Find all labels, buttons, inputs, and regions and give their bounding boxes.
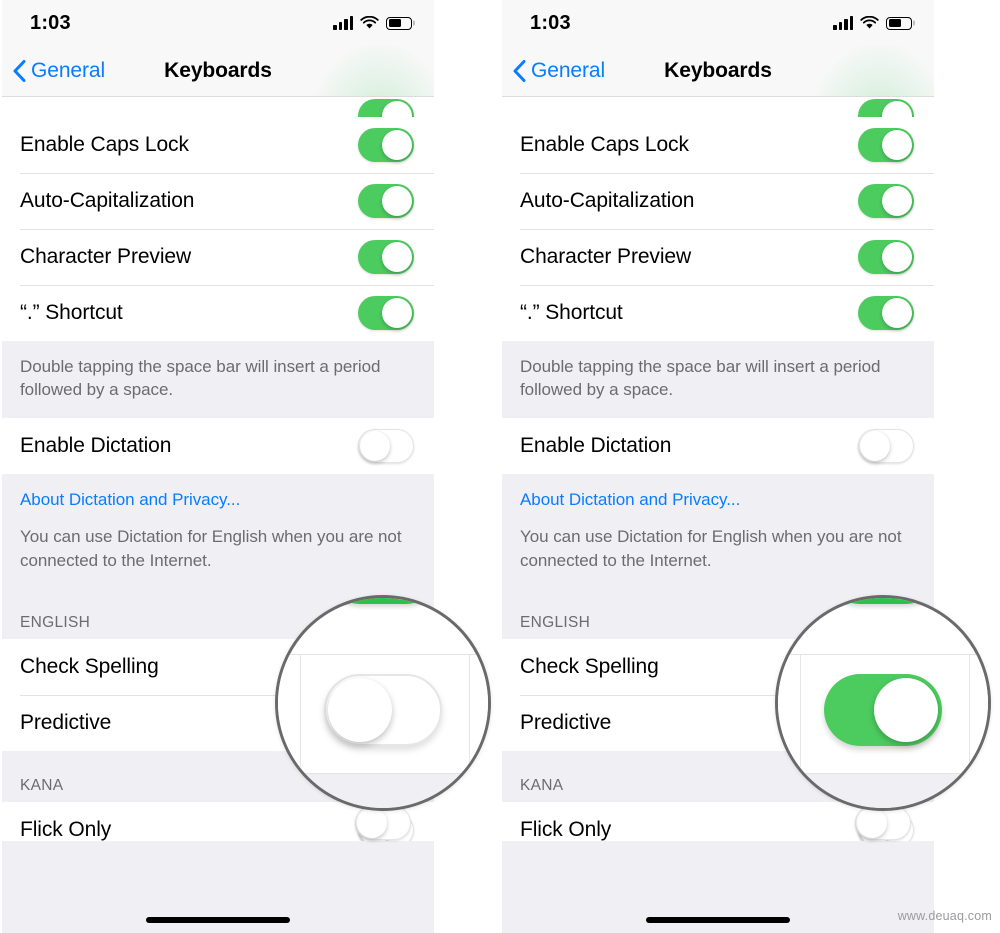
status-bar: 1:03: [2, 0, 434, 46]
row-label: “.” Shortcut: [20, 301, 123, 324]
toggle-period-shortcut[interactable]: [358, 296, 414, 330]
table-row-enable-caps-lock[interactable]: Enable Caps Lock: [2, 117, 434, 173]
battery-icon: [886, 16, 912, 30]
toggle-enable-caps-lock[interactable]: [358, 128, 414, 162]
home-indicator-bar[interactable]: [646, 917, 790, 923]
footer-note-shortcut: Double tapping the space bar will insert…: [502, 341, 934, 418]
toggle-enable-dictation[interactable]: [358, 428, 414, 463]
table-row-auto-capitalization[interactable]: Auto-Capitalization: [502, 173, 934, 229]
row-label: Check Spelling: [520, 655, 659, 679]
status-bar-clock: 1:03: [530, 11, 571, 34]
row-label: Check Spelling: [20, 655, 159, 679]
back-button-label: General: [531, 59, 606, 82]
home-indicator-area: [502, 841, 934, 933]
group-keyboard-options: Enable Caps Lock Auto-Capitalization Cha…: [2, 117, 434, 341]
chevron-left-icon: [13, 60, 26, 82]
footer-note-shortcut: Double tapping the space bar will insert…: [2, 341, 434, 418]
toggle-partial[interactable]: [858, 99, 914, 117]
table-row-enable-dictation[interactable]: Enable Dictation: [502, 417, 934, 474]
toggle-auto-capitalization[interactable]: [358, 184, 414, 218]
magnifier-callout-after: [775, 595, 991, 811]
row-label: “.” Shortcut: [520, 301, 623, 324]
back-button-general[interactable]: General: [2, 59, 105, 83]
navigation-bar: General Keyboards: [2, 46, 434, 97]
wifi-icon: [860, 16, 879, 29]
status-bar-icons: [333, 16, 412, 30]
row-label: Enable Caps Lock: [520, 133, 689, 156]
table-row-enable-caps-lock[interactable]: Enable Caps Lock: [502, 117, 934, 173]
status-bar-icons: [833, 16, 912, 30]
table-row-period-shortcut[interactable]: “.” Shortcut: [2, 285, 434, 341]
toggle-flick-only-under-magnifier[interactable]: [355, 806, 411, 840]
row-label: Auto-Capitalization: [20, 189, 195, 212]
magnifier-content: [278, 598, 488, 808]
site-watermark: www.deuaq.com: [897, 909, 992, 923]
home-indicator-bar[interactable]: [146, 917, 290, 923]
magnifier-content: [778, 598, 988, 808]
magnifier-callout-before: [275, 595, 491, 811]
table-row-enable-dictation[interactable]: Enable Dictation: [2, 417, 434, 474]
home-indicator-area: [2, 841, 434, 933]
link-about-dictation-privacy[interactable]: About Dictation and Privacy...: [2, 473, 434, 520]
status-bar: 1:03: [502, 0, 934, 46]
table-row-character-preview[interactable]: Character Preview: [502, 229, 934, 285]
row-label: Flick Only: [520, 818, 612, 842]
group-dictation: Enable Dictation: [2, 417, 434, 474]
row-label: Auto-Capitalization: [520, 189, 695, 212]
row-label: Character Preview: [520, 245, 692, 268]
toggle-character-preview[interactable]: [858, 240, 914, 274]
group-partial-top: [2, 97, 434, 117]
toggle-character-preview[interactable]: [358, 240, 414, 274]
battery-icon: [386, 16, 412, 30]
chevron-left-icon: [513, 60, 526, 82]
status-bar-clock: 1:03: [30, 11, 71, 34]
table-row-partial[interactable]: [502, 97, 934, 117]
cellular-signal-icon: [833, 16, 853, 30]
row-label: Predictive: [20, 711, 112, 735]
magnified-toggle-predictive-off[interactable]: [324, 674, 442, 746]
wifi-icon: [360, 16, 379, 29]
row-label: Enable Caps Lock: [20, 133, 189, 156]
row-label: Flick Only: [20, 818, 112, 842]
footer-note-dictation: You can use Dictation for English when y…: [502, 519, 934, 589]
toggle-auto-capitalization[interactable]: [858, 184, 914, 218]
back-button-general[interactable]: General: [502, 59, 605, 83]
table-row-character-preview[interactable]: Character Preview: [2, 229, 434, 285]
screenshot-stage: 1:03 General Keyboards Enable Caps Lock …: [0, 0, 1000, 933]
group-dictation: Enable Dictation: [502, 417, 934, 474]
footer-note-dictation: You can use Dictation for English when y…: [2, 519, 434, 589]
row-label: Character Preview: [20, 245, 192, 268]
table-row-auto-capitalization[interactable]: Auto-Capitalization: [2, 173, 434, 229]
back-button-label: General: [31, 59, 106, 82]
navigation-bar: General Keyboards: [502, 46, 934, 97]
row-label: Enable Dictation: [520, 433, 672, 457]
row-label: Enable Dictation: [20, 433, 172, 457]
link-about-dictation-privacy[interactable]: About Dictation and Privacy...: [502, 473, 934, 520]
toggle-enable-dictation[interactable]: [858, 428, 914, 463]
toggle-flick-only-under-magnifier[interactable]: [855, 806, 911, 840]
group-keyboard-options: Enable Caps Lock Auto-Capitalization Cha…: [502, 117, 934, 341]
table-row-partial[interactable]: [2, 97, 434, 117]
row-label: Predictive: [520, 711, 612, 735]
magnified-toggle-predictive-on[interactable]: [824, 674, 942, 746]
toggle-enable-caps-lock[interactable]: [858, 128, 914, 162]
group-partial-top: [502, 97, 934, 117]
toggle-partial[interactable]: [358, 99, 414, 117]
table-row-period-shortcut[interactable]: “.” Shortcut: [502, 285, 934, 341]
cellular-signal-icon: [333, 16, 353, 30]
toggle-period-shortcut[interactable]: [858, 296, 914, 330]
